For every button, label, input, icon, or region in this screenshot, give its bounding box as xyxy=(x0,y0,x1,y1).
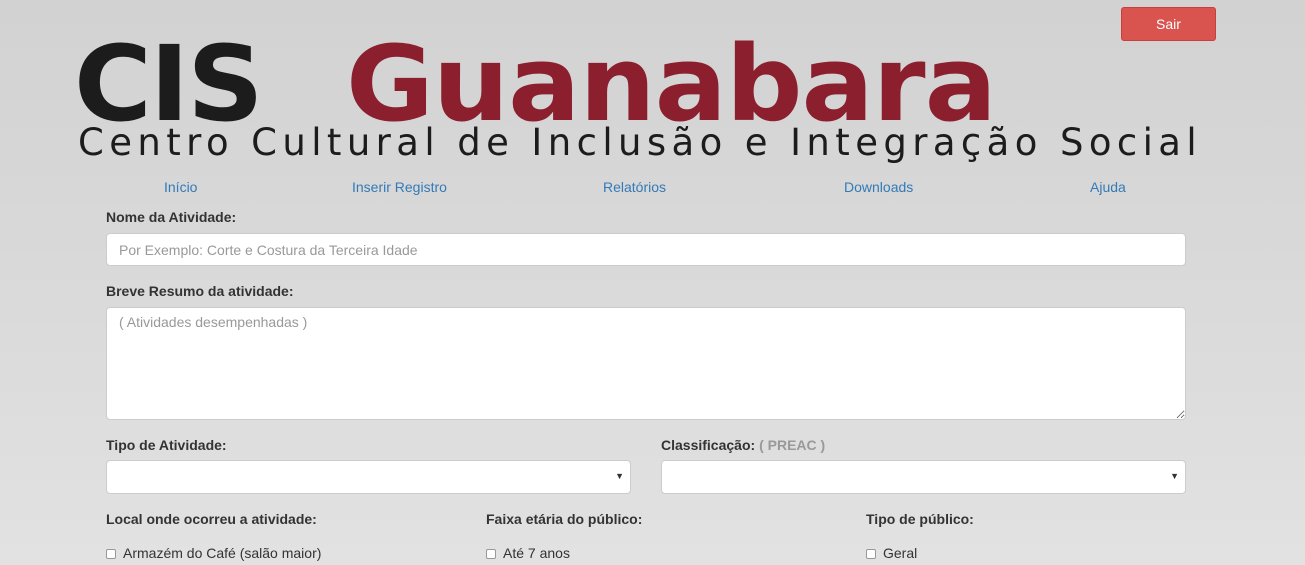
activity-type-select[interactable]: ▼ xyxy=(106,460,631,494)
checkbox-label: Armazém do Café (salão maior) xyxy=(123,545,322,561)
classification-label: Classificação: ( PREAC ) xyxy=(661,437,825,453)
activity-type-label: Tipo de Atividade: xyxy=(106,437,227,453)
checkbox-label: Geral xyxy=(883,545,918,561)
logo-cis-text: CIS xyxy=(74,23,264,145)
logo: CIS Guanabara Centro Cultural de Inclusã… xyxy=(74,23,1224,169)
logo-guanabara-text: Guanabara xyxy=(346,23,997,145)
location-label: Local onde ocorreu a atividade: xyxy=(106,511,317,527)
age-range-checkbox-ate-7[interactable]: Até 7 anos xyxy=(486,545,570,561)
summary-label: Breve Resumo da atividade: xyxy=(106,283,294,299)
classification-label-text: Classificação: xyxy=(661,437,756,453)
audience-type-label: Tipo de público: xyxy=(866,511,974,527)
classification-hint: ( PREAC ) xyxy=(759,437,826,453)
checkbox-label: Até 7 anos xyxy=(503,545,570,561)
chevron-down-icon: ▼ xyxy=(615,471,624,481)
audience-checkbox-geral[interactable]: Geral xyxy=(866,545,917,561)
logo-subtitle: Centro Cultural de Inclusão e Integração… xyxy=(78,121,1203,164)
activity-name-label: Nome da Atividade: xyxy=(106,209,237,225)
chevron-down-icon: ▼ xyxy=(1170,471,1179,481)
location-checkbox-armazem[interactable]: Armazém do Café (salão maior) xyxy=(106,545,321,561)
checkbox[interactable] xyxy=(866,549,876,559)
nav-item-inserir-registro[interactable]: Inserir Registro xyxy=(352,179,447,195)
checkbox[interactable] xyxy=(106,549,116,559)
classification-select[interactable]: ▼ xyxy=(661,460,1186,494)
activity-name-input[interactable] xyxy=(106,233,1186,266)
main-nav: Início Inserir Registro Relatórios Downl… xyxy=(0,179,1305,197)
nav-item-relatorios[interactable]: Relatórios xyxy=(603,179,666,195)
checkbox[interactable] xyxy=(486,549,496,559)
age-range-label: Faixa etária do público: xyxy=(486,511,643,527)
nav-item-inicio[interactable]: Início xyxy=(164,179,197,195)
nav-item-ajuda[interactable]: Ajuda xyxy=(1090,179,1126,195)
nav-item-downloads[interactable]: Downloads xyxy=(844,179,913,195)
summary-textarea[interactable] xyxy=(106,307,1186,420)
